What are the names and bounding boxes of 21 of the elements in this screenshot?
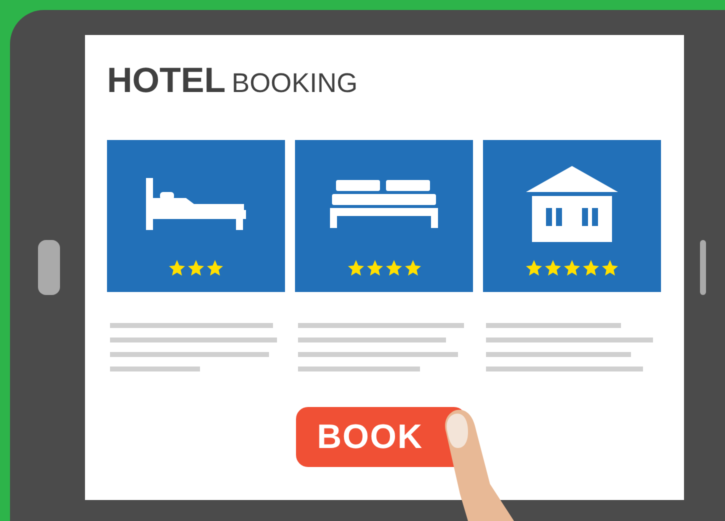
title-regular: BOOKING [232, 68, 358, 99]
bed-icon [146, 178, 246, 230]
hotel-card[interactable] [107, 140, 285, 292]
star-icon [564, 260, 580, 276]
star-icon [348, 260, 364, 276]
hotel-card[interactable] [295, 140, 473, 292]
double-bed-icon [330, 180, 438, 228]
house-icon [526, 166, 618, 242]
star-icon [583, 260, 599, 276]
star-icon [404, 260, 420, 276]
title-bold: HOTEL [107, 61, 226, 101]
star-icon [366, 260, 382, 276]
star-icon [386, 260, 402, 276]
star-icon [526, 260, 542, 276]
star-icon [207, 260, 223, 276]
star-icon [188, 260, 204, 276]
hotel-card[interactable] [483, 140, 661, 292]
star-icon [602, 260, 618, 276]
home-button[interactable] [38, 240, 60, 295]
star-icon [169, 260, 185, 276]
star-icon [545, 260, 561, 276]
